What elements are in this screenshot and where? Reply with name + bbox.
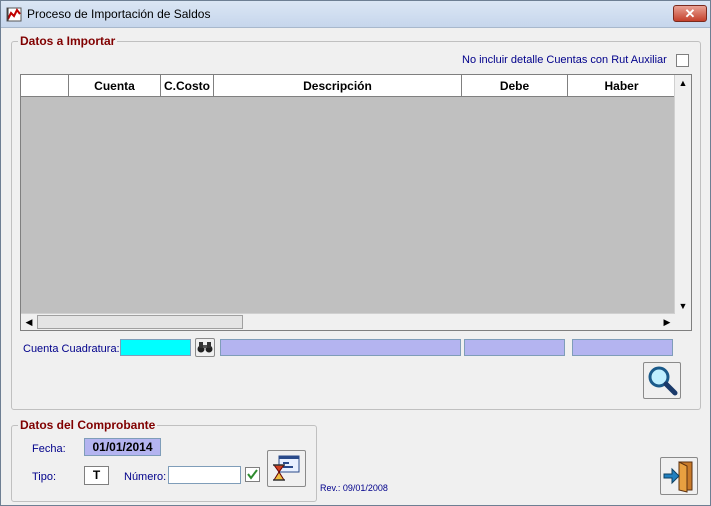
grid-header: Cuenta C.Costo Descripción Debe Haber: [21, 75, 676, 98]
grid-horizontal-scrollbar[interactable]: ◀ ▶: [21, 313, 675, 330]
grid-col-descripcion[interactable]: Descripción: [214, 75, 462, 97]
exclude-auxiliary-checkbox[interactable]: [676, 54, 689, 67]
cuadratura-haber: [572, 339, 673, 356]
cuadratura-description: [220, 339, 461, 356]
app-chart-icon: [6, 7, 22, 22]
exit-door-icon: [663, 461, 693, 493]
fecha-field[interactable]: 01/01/2014: [84, 438, 161, 456]
numero-checkbox[interactable]: [245, 467, 260, 482]
grid-col-cuenta[interactable]: Cuenta: [69, 75, 161, 97]
grid-col-selector[interactable]: [21, 75, 69, 97]
horizontal-scroll-thumb[interactable]: [37, 315, 243, 329]
scroll-down-icon[interactable]: ▼: [675, 298, 691, 314]
close-button[interactable]: ✕: [673, 5, 707, 22]
scroll-left-icon[interactable]: ◀: [21, 314, 37, 330]
revision-label: Rev.: 09/01/2008: [320, 483, 388, 493]
process-button[interactable]: [267, 450, 306, 487]
grid-col-debe[interactable]: Debe: [462, 75, 568, 97]
grid-col-ccosto[interactable]: C.Costo: [161, 75, 214, 97]
exit-button[interactable]: [660, 457, 698, 495]
hourglass-window-icon: [273, 455, 300, 481]
search-button[interactable]: [643, 362, 681, 399]
title-bar[interactable]: Proceso de Importación de Saldos ✕: [1, 1, 710, 28]
main-window: Proceso de Importación de Saldos ✕ Datos…: [0, 0, 711, 506]
scroll-right-icon[interactable]: ▶: [659, 314, 675, 330]
accounts-grid[interactable]: Cuenta C.Costo Descripción Debe Haber ▲ …: [20, 74, 692, 331]
account-lookup-button[interactable]: [195, 338, 215, 357]
window-title: Proceso de Importación de Saldos: [27, 7, 211, 21]
binoculars-icon: [197, 342, 213, 353]
cuadratura-account-input[interactable]: [120, 339, 191, 356]
fecha-label: Fecha:: [32, 443, 66, 455]
grid-col-haber[interactable]: Haber: [568, 75, 676, 97]
voucher-group-legend: Datos del Comprobante: [18, 418, 158, 432]
checkmark-icon: [247, 469, 258, 480]
import-group-legend: Datos a Importar: [18, 34, 118, 48]
cuadratura-label: Cuenta Cuadratura:: [23, 343, 120, 355]
magnifier-icon: [648, 366, 678, 396]
grid-vertical-scrollbar[interactable]: ▲ ▼: [674, 75, 691, 314]
scroll-up-icon[interactable]: ▲: [675, 75, 691, 91]
tipo-label: Tipo:: [32, 471, 57, 483]
tipo-field[interactable]: T: [84, 466, 109, 485]
scroll-corner: [675, 314, 691, 330]
numero-input[interactable]: [168, 466, 241, 484]
cuadratura-debe: [464, 339, 565, 356]
numero-label: Número:: [124, 471, 167, 483]
exclude-auxiliary-label: No incluir detalle Cuentas con Rut Auxil…: [462, 54, 667, 66]
